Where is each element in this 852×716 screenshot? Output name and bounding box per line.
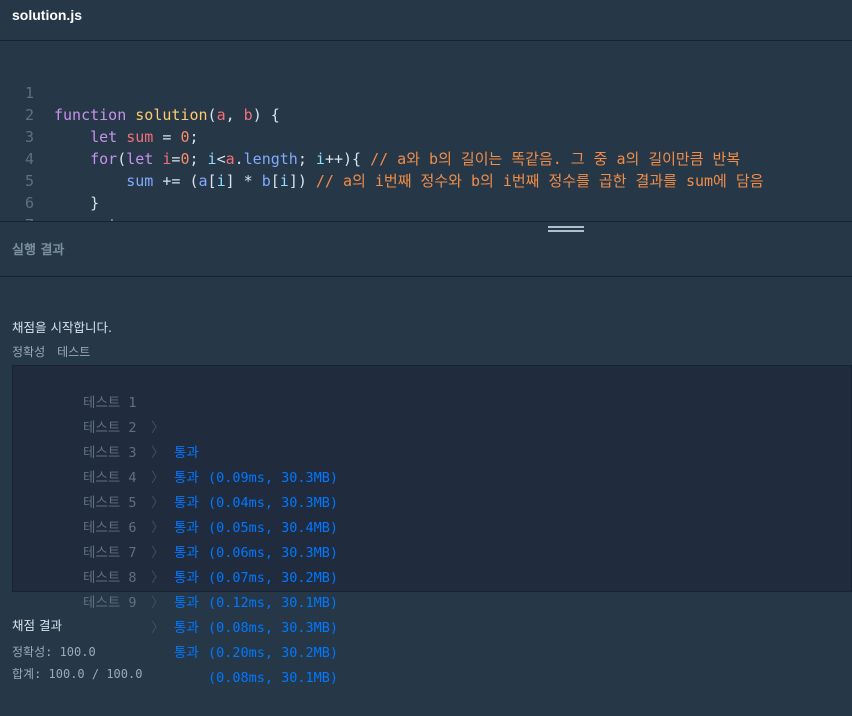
chevron-right-icon: 〉 <box>151 520 165 536</box>
code-line: 1 function solution(a, b) { <box>0 60 280 124</box>
section-labels: 정확성 테스트 <box>12 343 102 360</box>
resize-handle-icon[interactable] <box>548 226 584 236</box>
code-line: 2 let sum = 0; <box>0 82 199 146</box>
code-line: 6 return sum; <box>0 170 190 221</box>
test-row: 테스트 8 〉 통과 (0.20ms, 30.2MB) <box>13 541 338 661</box>
file-tab[interactable]: solution.js <box>0 0 852 41</box>
chevron-right-icon: 〉 <box>151 595 165 611</box>
test-status: 통과 <box>174 520 199 536</box>
chevron-right-icon: 〉 <box>151 470 165 486</box>
chevron-right-icon: 〉 <box>151 495 165 511</box>
line-number: 7 <box>0 214 34 221</box>
code-text: function solution(a, b) { <box>54 106 280 124</box>
test-status: 통과 <box>174 495 199 511</box>
code-line: 4 sum += (a[i] * b[i]) // a의 i번째 정수와 b의 … <box>0 126 764 190</box>
test-row: 테스트 2 〉 통과 (0.04ms, 30.3MB) <box>13 391 338 511</box>
result-title: 실행 결과 <box>12 243 65 258</box>
test-detail: (0.04ms, 30.3MB) <box>208 495 339 511</box>
file-name: solution.js <box>12 7 82 23</box>
test-detail: (0.09ms, 30.3MB) <box>208 470 339 486</box>
test-row: 테스트 6 〉 통과 (0.12ms, 30.1MB) <box>13 491 338 611</box>
test-name: 테스트 2 <box>83 420 137 436</box>
code-text: for(let i=0; i<a.length; i++){ // a와 b의 … <box>90 150 741 168</box>
grading-result-title: 채점 결과 <box>12 618 62 633</box>
code-editor[interactable]: 1 function solution(a, b) { 2 let sum = … <box>0 41 852 221</box>
test-name: 테스트 4 <box>83 470 137 486</box>
grading-start-text: 채점을 시작합니다. <box>12 320 112 335</box>
test-name: 테스트 8 <box>83 570 137 586</box>
test-name: 테스트 6 <box>83 520 137 536</box>
test-detail: (0.07ms, 30.2MB) <box>208 570 339 586</box>
test-detail: (0.20ms, 30.2MB) <box>208 645 339 661</box>
test-detail: (0.08ms, 30.1MB) <box>208 670 339 686</box>
test-detail: (0.12ms, 30.1MB) <box>208 595 339 611</box>
code-text: return sum; <box>54 214 189 221</box>
test-row: 테스트 1 〉 통과 (0.09ms, 30.3MB) <box>13 366 338 486</box>
test-detail: (0.06ms, 30.3MB) <box>208 545 339 561</box>
chevron-right-icon: 〉 <box>151 545 165 561</box>
code-line: 5 } <box>0 148 99 212</box>
chevron-right-icon: 〉 <box>151 570 165 586</box>
code-line: 3 for(let i=0; i<a.length; i++){ // a와 b… <box>0 104 740 168</box>
test-row: 테스트 3 〉 통과 (0.05ms, 30.4MB) <box>13 416 338 536</box>
test-name: 테스트 7 <box>83 545 137 561</box>
code-text: let sum = 0; <box>90 128 199 146</box>
test-label: 테스트 <box>57 345 91 359</box>
test-status: 통과 <box>174 570 199 586</box>
test-row: 테스트 5 〉 통과 (0.07ms, 30.2MB) <box>13 466 338 586</box>
test-detail: (0.08ms, 30.3MB) <box>208 620 339 636</box>
test-results-table: 테스트 1 〉 통과 (0.09ms, 30.3MB) 테스트 2 〉 통과 (… <box>12 365 852 686</box>
chevron-right-icon: 〉 <box>151 620 165 636</box>
test-row: 테스트 9 〉 통과 (0.08ms, 30.1MB) <box>13 566 338 686</box>
test-name: 테스트 1 <box>83 395 137 411</box>
chevron-right-icon: 〉 <box>151 445 165 461</box>
test-name: 테스트 5 <box>83 495 137 511</box>
chevron-right-icon: 〉 <box>151 420 165 436</box>
test-status: 통과 <box>174 595 199 611</box>
test-status: 통과 <box>174 645 199 661</box>
code-line: 7 } <box>0 192 36 221</box>
test-status: 통과 <box>174 445 199 461</box>
test-status: 통과 <box>174 470 199 486</box>
accuracy-score: 정확성: 100.0 <box>12 645 96 659</box>
total-score: 합계: 100.0 / 100.0 <box>12 667 143 681</box>
code-text: } <box>90 194 100 212</box>
test-name: 테스트 9 <box>83 595 137 611</box>
result-header: 실행 결과 <box>0 222 852 277</box>
test-row: 테스트 7 〉 통과 (0.08ms, 30.3MB) <box>13 516 338 636</box>
test-status: 통과 <box>174 620 199 636</box>
test-status: 통과 <box>174 545 199 561</box>
accuracy-label: 정확성 <box>12 345 46 359</box>
test-name: 테스트 3 <box>83 445 137 461</box>
code-text: sum += (a[i] * b[i]) // a의 i번째 정수와 b의 i번… <box>126 172 764 190</box>
test-detail: (0.05ms, 30.4MB) <box>208 520 339 536</box>
result-output: 채점을 시작합니다. 정확성 테스트 테스트 1 〉 통과 (0.09ms, 30… <box>0 277 852 690</box>
test-row: 테스트 4 〉 통과 (0.06ms, 30.3MB) <box>13 441 338 561</box>
